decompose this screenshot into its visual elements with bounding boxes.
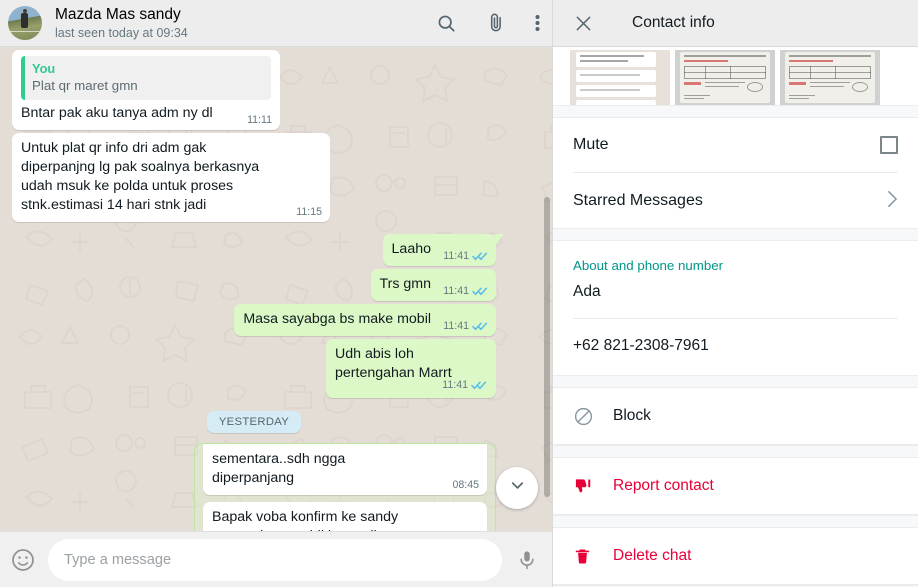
message-time: 11:11: [254, 47, 279, 48]
whatsapp-web-window: Mazda Mas sandy last seen today at 09:34: [0, 0, 918, 587]
scroll-to-bottom-button[interactable]: [496, 467, 538, 509]
message-scroll-area: 11:11 You Plat qr maret gmn Bntar pak ak…: [0, 47, 552, 531]
contact-info-panel: Contact info Mute Starred Messages About…: [553, 0, 918, 587]
section-divider: [553, 375, 918, 388]
section-divider: [553, 105, 918, 118]
message-text: sementara..sdh ngga diperpanjang: [212, 451, 350, 486]
message-bubble-outgoing[interactable]: Laaho 11:41: [382, 234, 505, 266]
message-time: 11:15: [296, 206, 322, 218]
search-icon[interactable]: [436, 13, 457, 34]
contact-presence: last seen today at 09:34: [55, 25, 188, 40]
about-section-label: About and phone number: [573, 258, 724, 273]
three-dots-menu-icon[interactable]: [535, 13, 540, 33]
chevron-down-icon: [508, 476, 527, 500]
message-time: 11:41: [443, 285, 469, 297]
message-bubble-outgoing[interactable]: Masa sayabga bs make mobil 11:41: [234, 304, 496, 336]
about-section: About and phone number Ada +62 821-2308-…: [553, 241, 918, 375]
report-contact-row[interactable]: Report contact: [553, 458, 918, 515]
message-time: 11:41: [442, 379, 468, 391]
quoted-message[interactable]: You Plat qr maret gmn: [21, 56, 271, 100]
message-text: Untuk plat qr info dri adm gak diperpanj…: [21, 140, 264, 213]
message-bubble-incoming[interactable]: Untuk plat qr info dri adm gak diperpanj…: [12, 133, 330, 222]
message-text: Bapak voba konfirm ke sandy ..agar pk sa…: [212, 509, 399, 531]
message-bubble-incoming[interactable]: sementara..sdh ngga diperpanjang 08:45: [203, 444, 487, 495]
delete-chat-label: Delete chat: [613, 547, 692, 564]
chat-pane: Mazda Mas sandy last seen today at 09:34: [0, 0, 553, 587]
mute-checkbox[interactable]: [880, 136, 898, 154]
message-list[interactable]: 11:11 You Plat qr maret gmn Bntar pak ak…: [0, 47, 552, 531]
message-scrollbar[interactable]: [544, 197, 550, 497]
date-divider-label: YESTERDAY: [206, 411, 302, 433]
read-receipt-icon: [472, 321, 488, 332]
shared-media-strip[interactable]: [553, 47, 918, 105]
microphone-icon[interactable]: [516, 549, 538, 571]
mute-row[interactable]: Mute: [573, 118, 898, 173]
message-bubble-outgoing[interactable]: Trs gmn 11:41: [370, 269, 496, 301]
chat-header-text[interactable]: Mazda Mas sandy last seen today at 09:34: [55, 6, 436, 41]
settings-section: Mute Starred Messages: [553, 118, 918, 228]
message-text: Udh abis loh pertengahan Marrt: [335, 346, 452, 381]
message-time: 11:41: [443, 250, 469, 262]
starred-messages-label: Starred Messages: [573, 191, 703, 209]
section-divider: [553, 445, 918, 458]
mute-label: Mute: [573, 136, 609, 153]
compose-bar: [0, 531, 552, 587]
chevron-right-icon: [887, 190, 898, 212]
thumbs-down-icon: [573, 476, 613, 496]
contact-info-header: Contact info: [553, 0, 918, 47]
message-time: 11:41: [443, 320, 469, 332]
contact-name: Mazda Mas sandy: [55, 5, 181, 23]
read-receipt-icon: [471, 380, 487, 391]
contact-avatar[interactable]: [8, 6, 42, 40]
smiley-icon[interactable]: [10, 547, 36, 573]
block-icon: [573, 406, 613, 427]
section-divider: [553, 228, 918, 241]
date-divider: YESTERDAY: [206, 411, 302, 433]
contact-info-title: Contact info: [632, 14, 715, 31]
message-time: 08:45: [452, 479, 479, 491]
report-contact-label: Report contact: [613, 477, 714, 494]
block-contact-row[interactable]: Block: [553, 388, 918, 445]
paperclip-icon[interactable]: [485, 12, 507, 34]
message-time: 11:11: [247, 114, 272, 126]
quoted-text: Plat qr maret gmn: [32, 78, 138, 93]
media-thumbnail[interactable]: [675, 50, 775, 105]
chat-header-actions: [436, 12, 540, 34]
selected-message-group[interactable]: sementara..sdh ngga diperpanjang 08:45 B…: [194, 443, 496, 531]
read-receipt-icon: [472, 286, 488, 297]
read-receipt-icon: [472, 251, 488, 262]
close-icon[interactable]: [573, 13, 594, 34]
chat-header: Mazda Mas sandy last seen today at 09:34: [0, 0, 552, 47]
message-bubble-outgoing[interactable]: Udh abis loh pertengahan Marrt 11:41: [326, 339, 496, 398]
message-bubble-incoming[interactable]: Bapak voba konfirm ke sandy ..agar pk sa…: [203, 502, 487, 531]
trash-icon: [573, 547, 613, 566]
media-thumbnail[interactable]: [570, 50, 670, 105]
about-value: Ada: [573, 283, 898, 319]
message-text: Bntar pak aku tanya adm ny dl: [21, 105, 213, 121]
phone-number-value: +62 821-2308-7961: [573, 337, 709, 354]
starred-messages-row[interactable]: Starred Messages: [573, 173, 898, 228]
delete-chat-row[interactable]: Delete chat: [553, 528, 918, 585]
block-label: Block: [613, 407, 651, 424]
media-thumbnail[interactable]: [780, 50, 880, 105]
message-bubble-incoming[interactable]: You Plat qr maret gmn Bntar pak aku tany…: [12, 50, 280, 130]
quoted-author: You: [32, 61, 56, 76]
section-divider: [553, 515, 918, 528]
message-input[interactable]: [48, 538, 502, 581]
